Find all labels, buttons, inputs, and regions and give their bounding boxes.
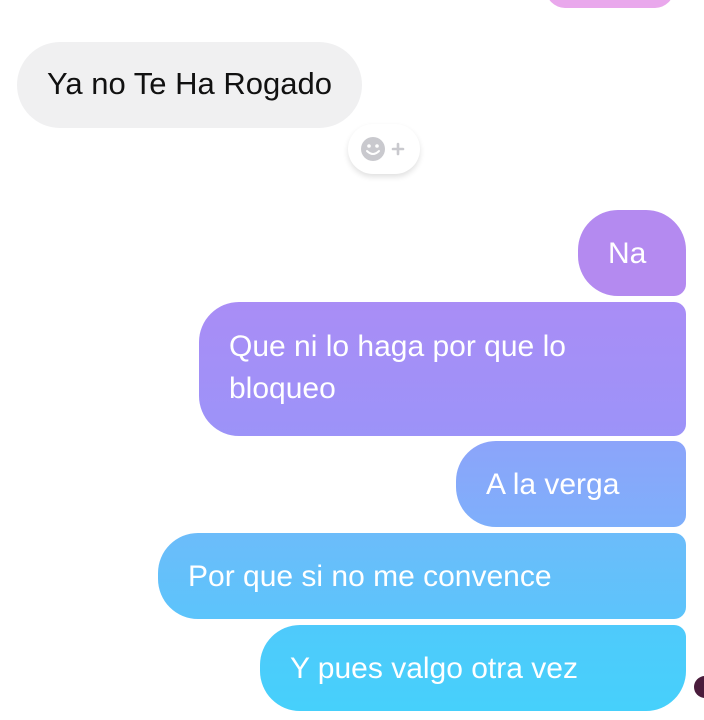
read-receipt-avatar — [694, 676, 704, 698]
add-reaction-button[interactable] — [348, 124, 420, 174]
previous-message-bubble[interactable] — [546, 0, 674, 8]
outgoing-message[interactable]: Y pues valgo otra vez — [260, 625, 686, 711]
incoming-message[interactable]: Ya no Te Ha Rogado — [17, 42, 362, 128]
outgoing-message[interactable]: A la verga — [456, 441, 686, 527]
outgoing-message[interactable]: Na — [578, 210, 686, 296]
outgoing-message[interactable]: Que ni lo haga por que lo bloqueo — [199, 302, 686, 436]
add-reaction-icon — [361, 137, 405, 161]
chat-thread: Ya no Te Ha Rogado Na Que ni lo haga por… — [0, 0, 704, 720]
outgoing-message[interactable]: Por que si no me convence — [158, 533, 686, 619]
